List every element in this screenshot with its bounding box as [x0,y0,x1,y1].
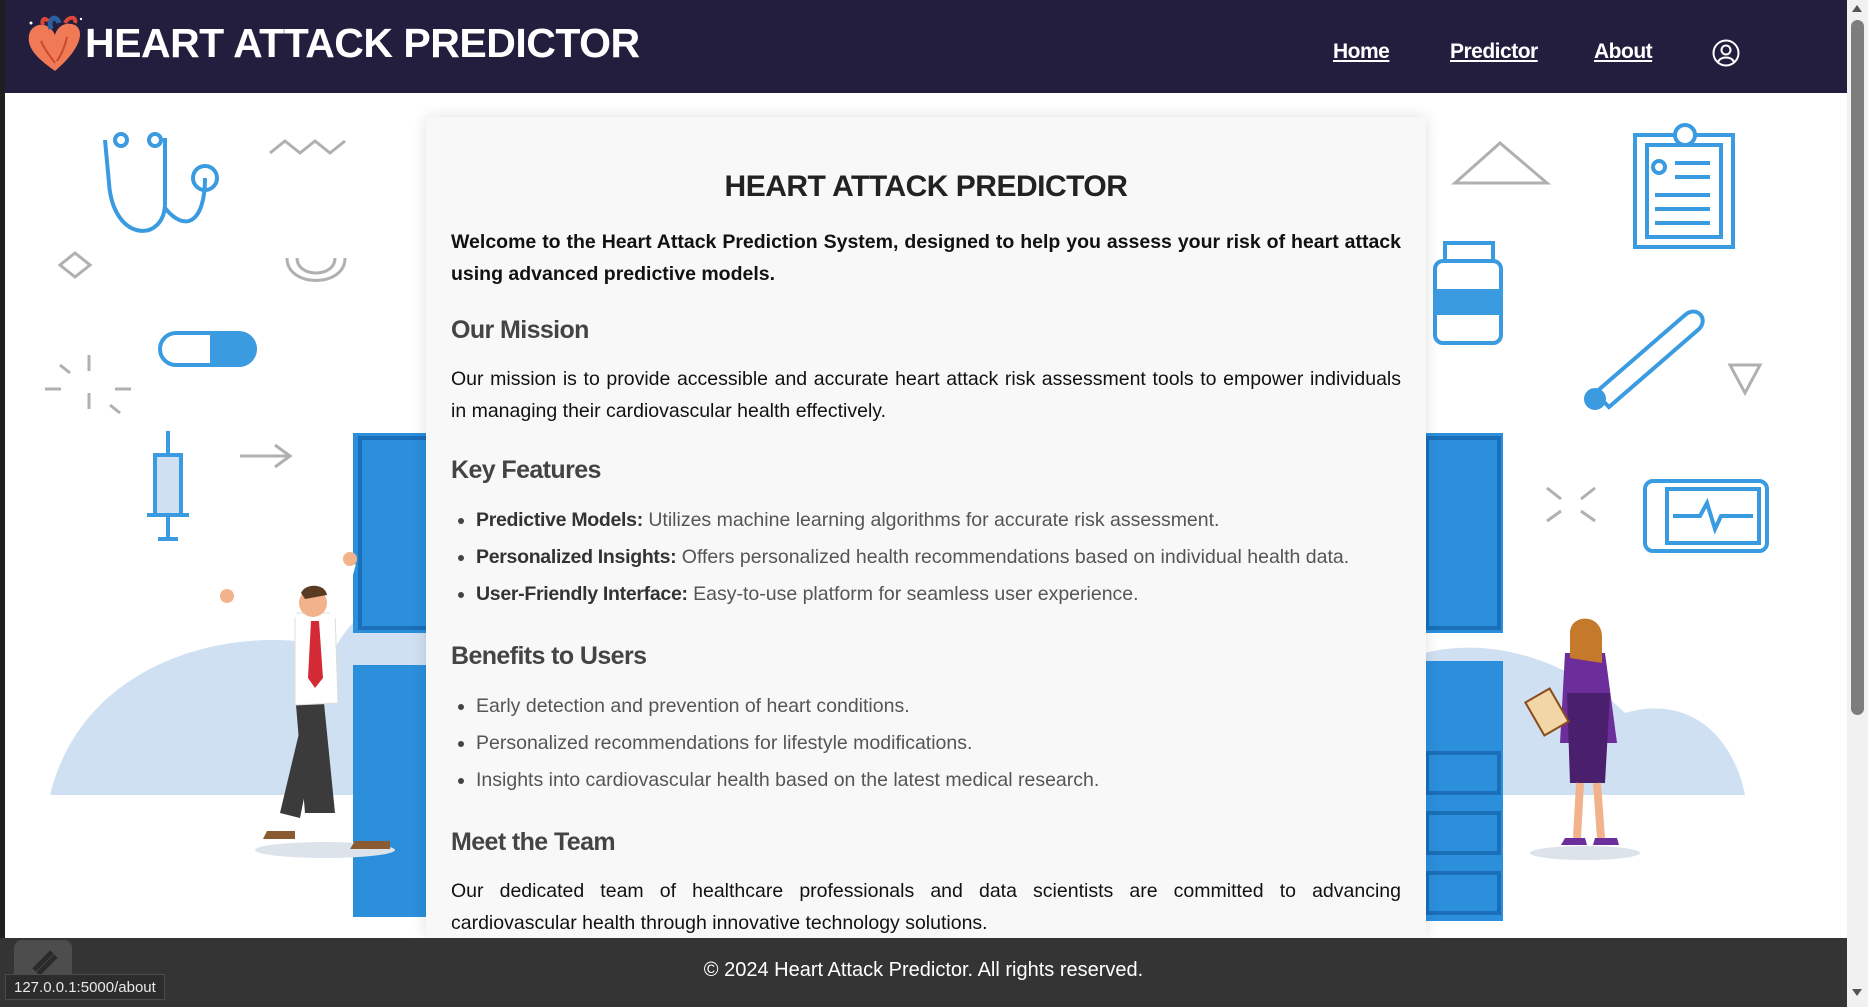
list-item: Personalized Insights: Offers personaliz… [451,539,1401,576]
list-item: Insights into cardiovascular health base… [451,762,1401,799]
feature-label: Predictive Models: [476,509,643,531]
feature-label: Personalized Insights: [476,546,677,568]
scroll-up-arrow-icon[interactable] [1852,5,1862,12]
medicine-bottle-icon [1433,241,1503,345]
feature-text: Offers personalized health recommendatio… [676,546,1350,568]
list-item: Early detection and prevention of heart … [451,688,1401,725]
footer: © 2024 Heart Attack Predictor. All right… [0,938,1847,1007]
benefits-list: Early detection and prevention of heart … [451,688,1401,799]
benefits-heading: Benefits to Users [451,642,647,670]
heart-logo-icon [28,15,83,71]
scrollbar-thumb[interactable] [1851,20,1864,715]
mission-heading: Our Mission [451,316,589,344]
page: HEART ATTACK PREDICTOR Home Predictor Ab… [0,0,1868,1007]
list-item: Personalized recommendations for lifesty… [451,725,1401,762]
features-list: Predictive Models: Utilizes machine lear… [451,502,1401,613]
feature-label: User-Friendly Interface: [476,583,688,605]
nav-home-link[interactable]: Home [1333,40,1390,64]
brand[interactable]: HEART ATTACK PREDICTOR [21,6,640,84]
nav-about-link[interactable]: About [1594,40,1653,64]
navbar: HEART ATTACK PREDICTOR Home Predictor Ab… [5,0,1847,93]
team-text: Our dedicated team of healthcare profess… [451,880,1401,934]
list-item: Predictive Models: Utilizes machine lear… [451,502,1401,539]
pill-icon [158,331,257,367]
brand-title: HEART ATTACK PREDICTOR [85,19,640,66]
scroll-down-arrow-icon[interactable] [1852,989,1862,996]
footer-copyright: © 2024 Heart Attack Predictor. All right… [703,959,1144,981]
intro-text: Welcome to the Heart Attack Prediction S… [451,231,1401,285]
card-title: HEART ATTACK PREDICTOR [724,170,1128,203]
user-circle-icon[interactable] [1711,38,1741,68]
syringe-icon [147,431,189,541]
scrollbar[interactable] [1847,0,1868,1007]
team-heading: Meet the Team [451,828,616,856]
clipboard-icon [1633,123,1735,249]
stethoscope-icon [103,132,219,233]
features-heading: Key Features [451,456,601,484]
heart-monitor-icon [1643,479,1769,553]
status-bar-url: 127.0.0.1:5000/about [5,974,165,1000]
feature-text: Utilizes machine learning algorithms for… [642,509,1220,531]
mission-text: Our mission is to provide accessible and… [451,368,1401,422]
about-card: HEART ATTACK PREDICTOR Welcome to the He… [426,117,1426,938]
nav-predictor-link[interactable]: Predictor [1450,40,1538,64]
feature-text: Easy-to-use platform for seamless user e… [687,583,1139,605]
thermometer-icon [1584,309,1705,410]
list-item: User-Friendly Interface: Easy-to-use pla… [451,576,1401,613]
